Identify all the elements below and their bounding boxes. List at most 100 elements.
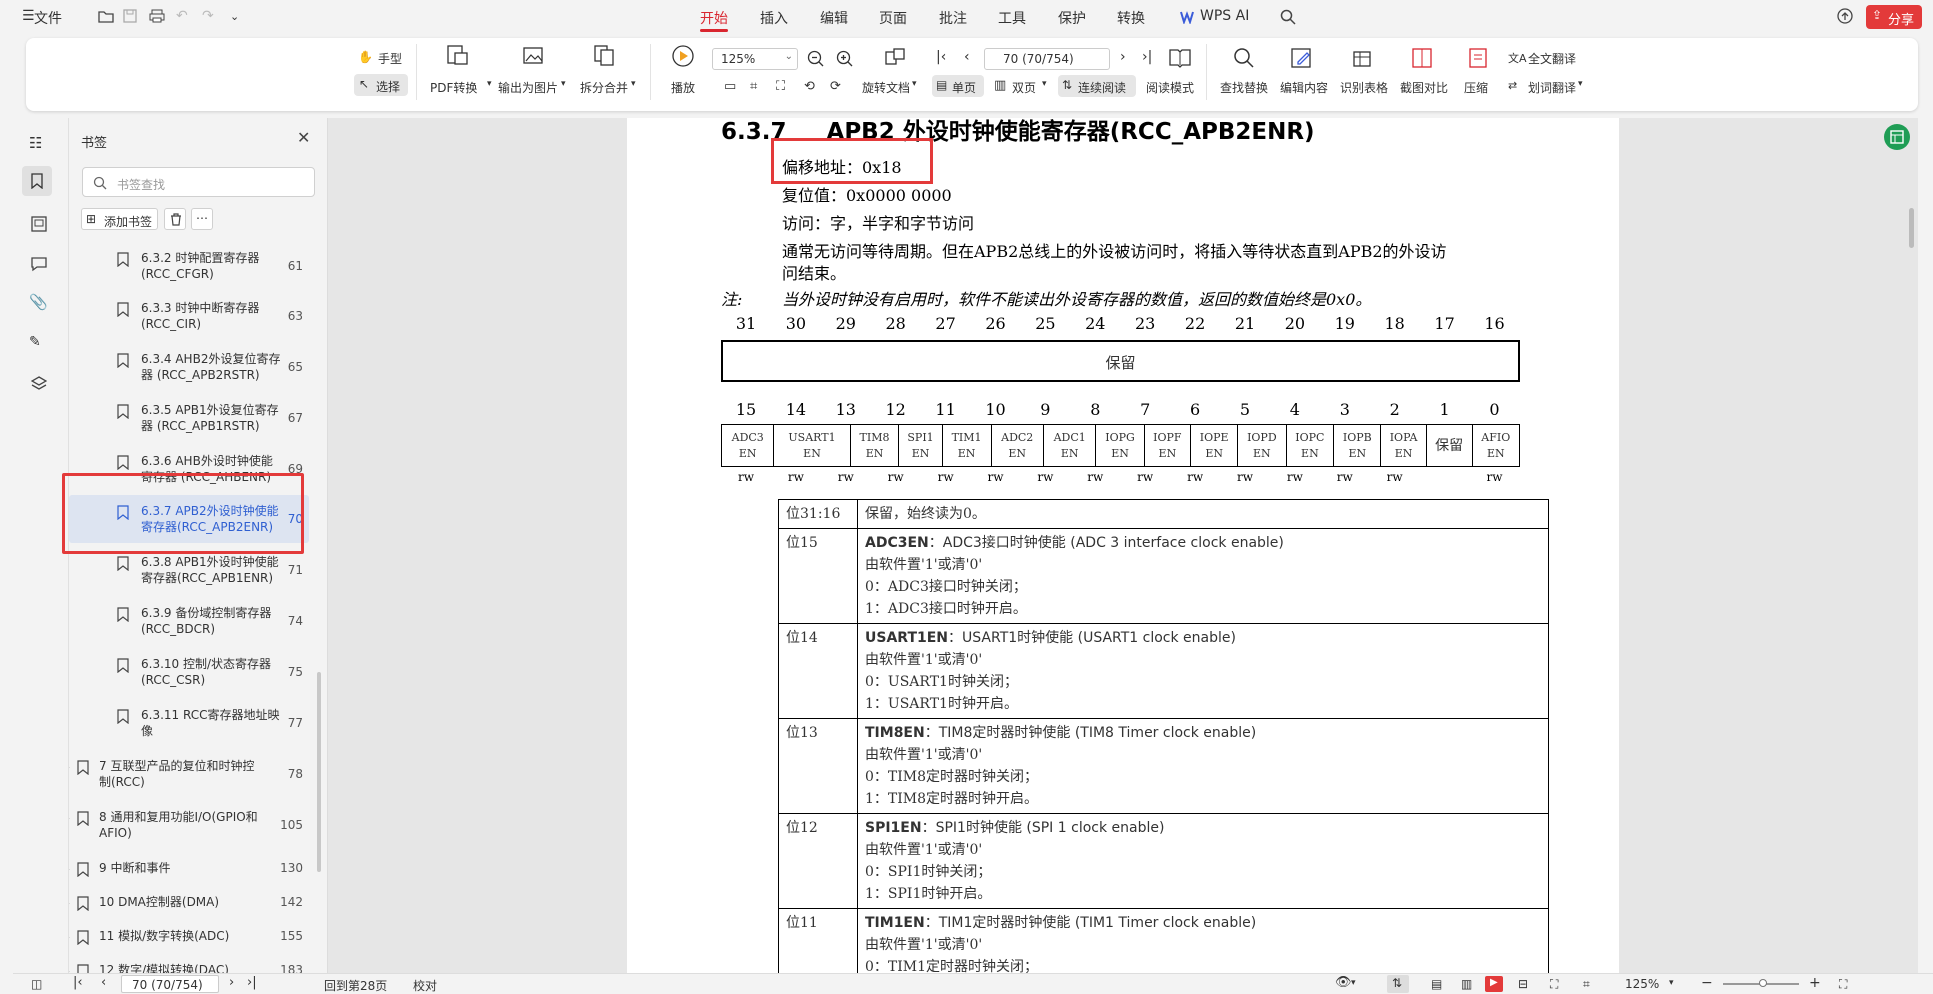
tab-protect[interactable]: 保护 <box>1058 8 1086 28</box>
tab-tools[interactable]: 工具 <box>998 8 1026 28</box>
tab-edit[interactable]: 编辑 <box>820 8 848 28</box>
wps-ai-button[interactable]: WPS AI <box>1200 8 1249 24</box>
more-options-button[interactable]: ⋯ <box>191 208 213 230</box>
last-page-icon[interactable]: ›| <box>1142 49 1152 65</box>
bookmark-section[interactable]: ▸ 9 中断和事件 130 <box>69 860 309 884</box>
bookmark-rail-button[interactable] <box>22 166 52 196</box>
bookmark-item[interactable]: 6.3.8 APB1外设时钟使能寄存器(RCC_APB1ENR) 71 <box>69 554 309 594</box>
panel-scrollbar[interactable] <box>317 672 321 872</box>
zoom-slider-thumb[interactable] <box>1759 979 1767 987</box>
eye-icon[interactable]: 👁 <box>1335 975 1352 990</box>
actual-size-icon[interactable]: ⛶ <box>776 79 785 94</box>
rotate-left-icon[interactable]: ⟲ <box>804 79 815 94</box>
fit-page-icon[interactable] <box>884 48 906 68</box>
bookmark-item[interactable]: 6.3.4 AHB2外设复位寄存器 (RCC_APB2RSTR) 65 <box>69 351 309 391</box>
delete-bookmark-button[interactable] <box>164 208 186 230</box>
attachment-icon[interactable]: 📎 <box>29 293 51 315</box>
select-tool-button[interactable]: ↖ 选择 <box>354 74 408 96</box>
export-image-button[interactable]: 输出为图片 <box>498 79 558 96</box>
outline-icon[interactable]: ☷ <box>29 134 51 156</box>
status-page-input[interactable]: 70 (70/754) <box>121 975 219 993</box>
expand-icon[interactable]: ▸ <box>69 760 70 776</box>
cloud-upload-icon[interactable] <box>1836 8 1854 24</box>
share-button[interactable]: ⇪ 分享 <box>1866 5 1922 29</box>
continuous-reading-button[interactable]: ⇅ 连续阅读 <box>1058 75 1136 97</box>
zoom-select[interactable]: 125% ⌄ <box>712 48 798 70</box>
chevron-down-icon[interactable]: ▾ <box>1351 978 1356 988</box>
fit-page-icon[interactable]: ⛶ <box>1550 977 1558 992</box>
reading-mode-button[interactable]: 阅读模式 <box>1146 79 1194 96</box>
continuous-view-button[interactable]: ⇅ <box>1387 975 1409 993</box>
document-scrollbar[interactable] <box>1909 208 1914 248</box>
print-icon[interactable] <box>149 9 165 23</box>
bookmark-item[interactable]: 6.3.10 控制/状态寄存器 (RCC_CSR) 75 <box>69 656 309 696</box>
proofread-button[interactable]: 校对 <box>413 977 437 994</box>
bookmark-section[interactable]: ▸ 10 DMA控制器(DMA) 142 <box>69 894 309 918</box>
tab-page[interactable]: 页面 <box>879 8 907 28</box>
bookmark-section[interactable]: ▸ 8 通用和复用功能I/O(GPIO和AFIO) 105 <box>69 809 309 849</box>
pdf-convert-button[interactable]: PDF转换 <box>430 79 477 96</box>
bookmark-item[interactable]: 6.3.2 时钟配置寄存器(RCC_CFGR) 61 <box>69 250 309 290</box>
fullscreen-icon[interactable]: ⛶ <box>1839 977 1847 992</box>
fit-width-icon[interactable]: ▭ <box>724 79 736 94</box>
first-page-icon[interactable]: |‹ <box>936 49 946 65</box>
next-page-icon[interactable]: › <box>229 975 234 990</box>
bookmark-section[interactable]: ▸ 11 模拟/数字转换(ADC) 155 <box>69 928 309 952</box>
prev-page-icon[interactable]: ‹ <box>964 49 970 65</box>
last-page-icon[interactable]: ›| <box>247 975 257 990</box>
chevron-down-icon[interactable]: ⌄ <box>230 10 239 23</box>
recognize-table-button[interactable]: 识别表格 <box>1340 79 1388 96</box>
crop-icon[interactable]: ⌗ <box>750 79 757 94</box>
full-translate-button[interactable]: 全文翻译 <box>1528 50 1576 67</box>
edit-content-button[interactable]: 编辑内容 <box>1280 79 1328 96</box>
table-assistant-button[interactable] <box>1884 124 1910 150</box>
bookmark-item[interactable]: 6.3.3 时钟中断寄存器(RCC_CIR) 63 <box>69 300 309 340</box>
tab-convert[interactable]: 转换 <box>1117 8 1145 28</box>
thumbnail-icon[interactable] <box>31 216 47 232</box>
close-icon[interactable]: ✕ <box>297 128 310 147</box>
tab-home[interactable]: 开始 <box>700 8 728 28</box>
chevron-down-icon[interactable]: ▾ <box>1669 978 1674 988</box>
bookmark-section[interactable]: ▸ 12 数字/模拟转换(DAC) 183 <box>69 962 309 973</box>
bookmark-item[interactable]: 6.3.5 APB1外设复位寄存器 (RCC_APB1RSTR) 67 <box>69 402 309 442</box>
crop-view-icon[interactable]: ⌗ <box>1583 977 1590 992</box>
find-replace-button[interactable]: 查找替换 <box>1220 79 1268 96</box>
back-to-page-link[interactable]: 回到第28页 <box>324 977 387 994</box>
expand-icon[interactable]: ▸ <box>69 964 70 973</box>
play-button[interactable]: 播放 <box>671 79 695 96</box>
play-view-button[interactable]: ▶ <box>1485 976 1503 992</box>
bookmark-item[interactable]: 6.3.11 RCC寄存器地址映像 77 <box>69 707 309 747</box>
layers-icon[interactable] <box>31 376 47 392</box>
screenshot-compare-button[interactable]: 截图对比 <box>1400 79 1448 96</box>
zoom-out-icon[interactable] <box>807 50 825 68</box>
first-page-icon[interactable]: |‹ <box>73 975 83 990</box>
hamburger-icon[interactable]: ☰ <box>22 8 35 24</box>
zoom-in-icon[interactable] <box>836 50 854 68</box>
split-merge-button[interactable]: 拆分合并 <box>580 79 628 96</box>
save-icon[interactable] <box>123 9 137 23</box>
open-folder-icon[interactable] <box>98 9 114 23</box>
next-page-icon[interactable]: › <box>1120 49 1126 65</box>
search-icon[interactable] <box>1280 9 1296 25</box>
single-page-button[interactable]: ▤ 单页 <box>932 75 984 97</box>
bookmark-search-input[interactable]: 书签查找 <box>82 167 315 197</box>
add-bookmark-button[interactable]: ⊞ 添加书签 <box>81 208 158 230</box>
double-page-button[interactable]: 双页 <box>1012 79 1036 96</box>
rotate-right-icon[interactable]: ⟳ <box>830 79 841 94</box>
expand-icon[interactable]: ▸ <box>69 930 70 946</box>
fit-width-icon[interactable]: ⊟ <box>1518 977 1528 991</box>
page-number-input[interactable]: 70 (70/754) <box>984 48 1110 70</box>
rotate-document-button[interactable]: 旋转文档 <box>862 79 910 96</box>
zoom-out-icon[interactable]: − <box>1701 975 1713 991</box>
comment-icon[interactable] <box>31 256 47 272</box>
zoom-in-icon[interactable]: + <box>1809 975 1821 991</box>
single-page-view-icon[interactable]: ▤ <box>1431 977 1442 991</box>
tab-insert[interactable]: 插入 <box>760 8 788 28</box>
undo-icon[interactable]: ↶ <box>176 8 188 24</box>
signature-icon[interactable]: ✎ <box>29 334 51 356</box>
hand-tool-button[interactable]: 手型 <box>378 50 402 67</box>
bookmark-section[interactable]: ▸ 7 互联型产品的复位和时钟控制(RCC) 78 <box>69 758 309 798</box>
prev-page-icon[interactable]: ‹ <box>101 975 106 990</box>
compress-button[interactable]: 压缩 <box>1464 79 1488 96</box>
word-translate-button[interactable]: 划词翻译 <box>1528 79 1576 96</box>
